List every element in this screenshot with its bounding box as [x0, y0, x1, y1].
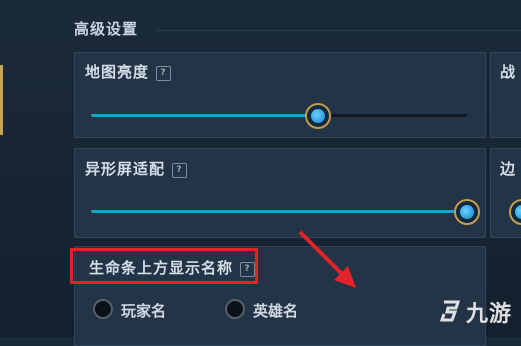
map-brightness-track[interactable] — [91, 114, 467, 117]
map-brightness-slider-thumb[interactable] — [305, 103, 331, 129]
right-panel-1: 战 — [490, 52, 521, 138]
help-icon[interactable]: ? — [156, 66, 172, 81]
red-arrow-icon — [298, 230, 356, 288]
right-panel-2-title: 边 — [500, 160, 517, 178]
right-panel-2-slider-thumb[interactable] — [509, 199, 521, 225]
option-player-name-label[interactable]: 玩家名 — [121, 300, 166, 321]
help-icon[interactable]: ? — [172, 163, 188, 178]
notch-screen-title: 异形屏适配? — [85, 158, 188, 179]
slider-thumb-icon — [515, 205, 521, 219]
notch-screen-fill — [91, 210, 467, 213]
slider-thumb-icon — [311, 109, 325, 123]
notch-screen-panel: 异形屏适配? — [74, 148, 486, 238]
right-panel-2: 边 — [490, 148, 521, 238]
map-brightness-title: 地图亮度? — [85, 61, 172, 82]
option-hero-name-label[interactable]: 英雄名 — [253, 300, 298, 321]
right-panel-1-title: 战 — [500, 63, 517, 81]
slider-thumb-icon — [460, 205, 474, 219]
watermark: 九游 — [438, 294, 518, 330]
highlight-box — [70, 248, 258, 284]
left-accent-bar — [0, 65, 3, 135]
notch-screen-slider-thumb[interactable] — [454, 199, 480, 225]
jiuyou-logo-icon — [439, 300, 461, 322]
map-brightness-panel: 地图亮度? — [74, 52, 486, 138]
section-divider — [156, 30, 521, 31]
notch-screen-track[interactable] — [91, 210, 467, 213]
radio-hero-name[interactable] — [225, 299, 245, 319]
map-brightness-fill — [91, 114, 319, 117]
section-title: 高级设置 — [74, 20, 139, 38]
radio-player-name[interactable] — [93, 299, 113, 319]
watermark-text: 九游 — [466, 302, 513, 327]
